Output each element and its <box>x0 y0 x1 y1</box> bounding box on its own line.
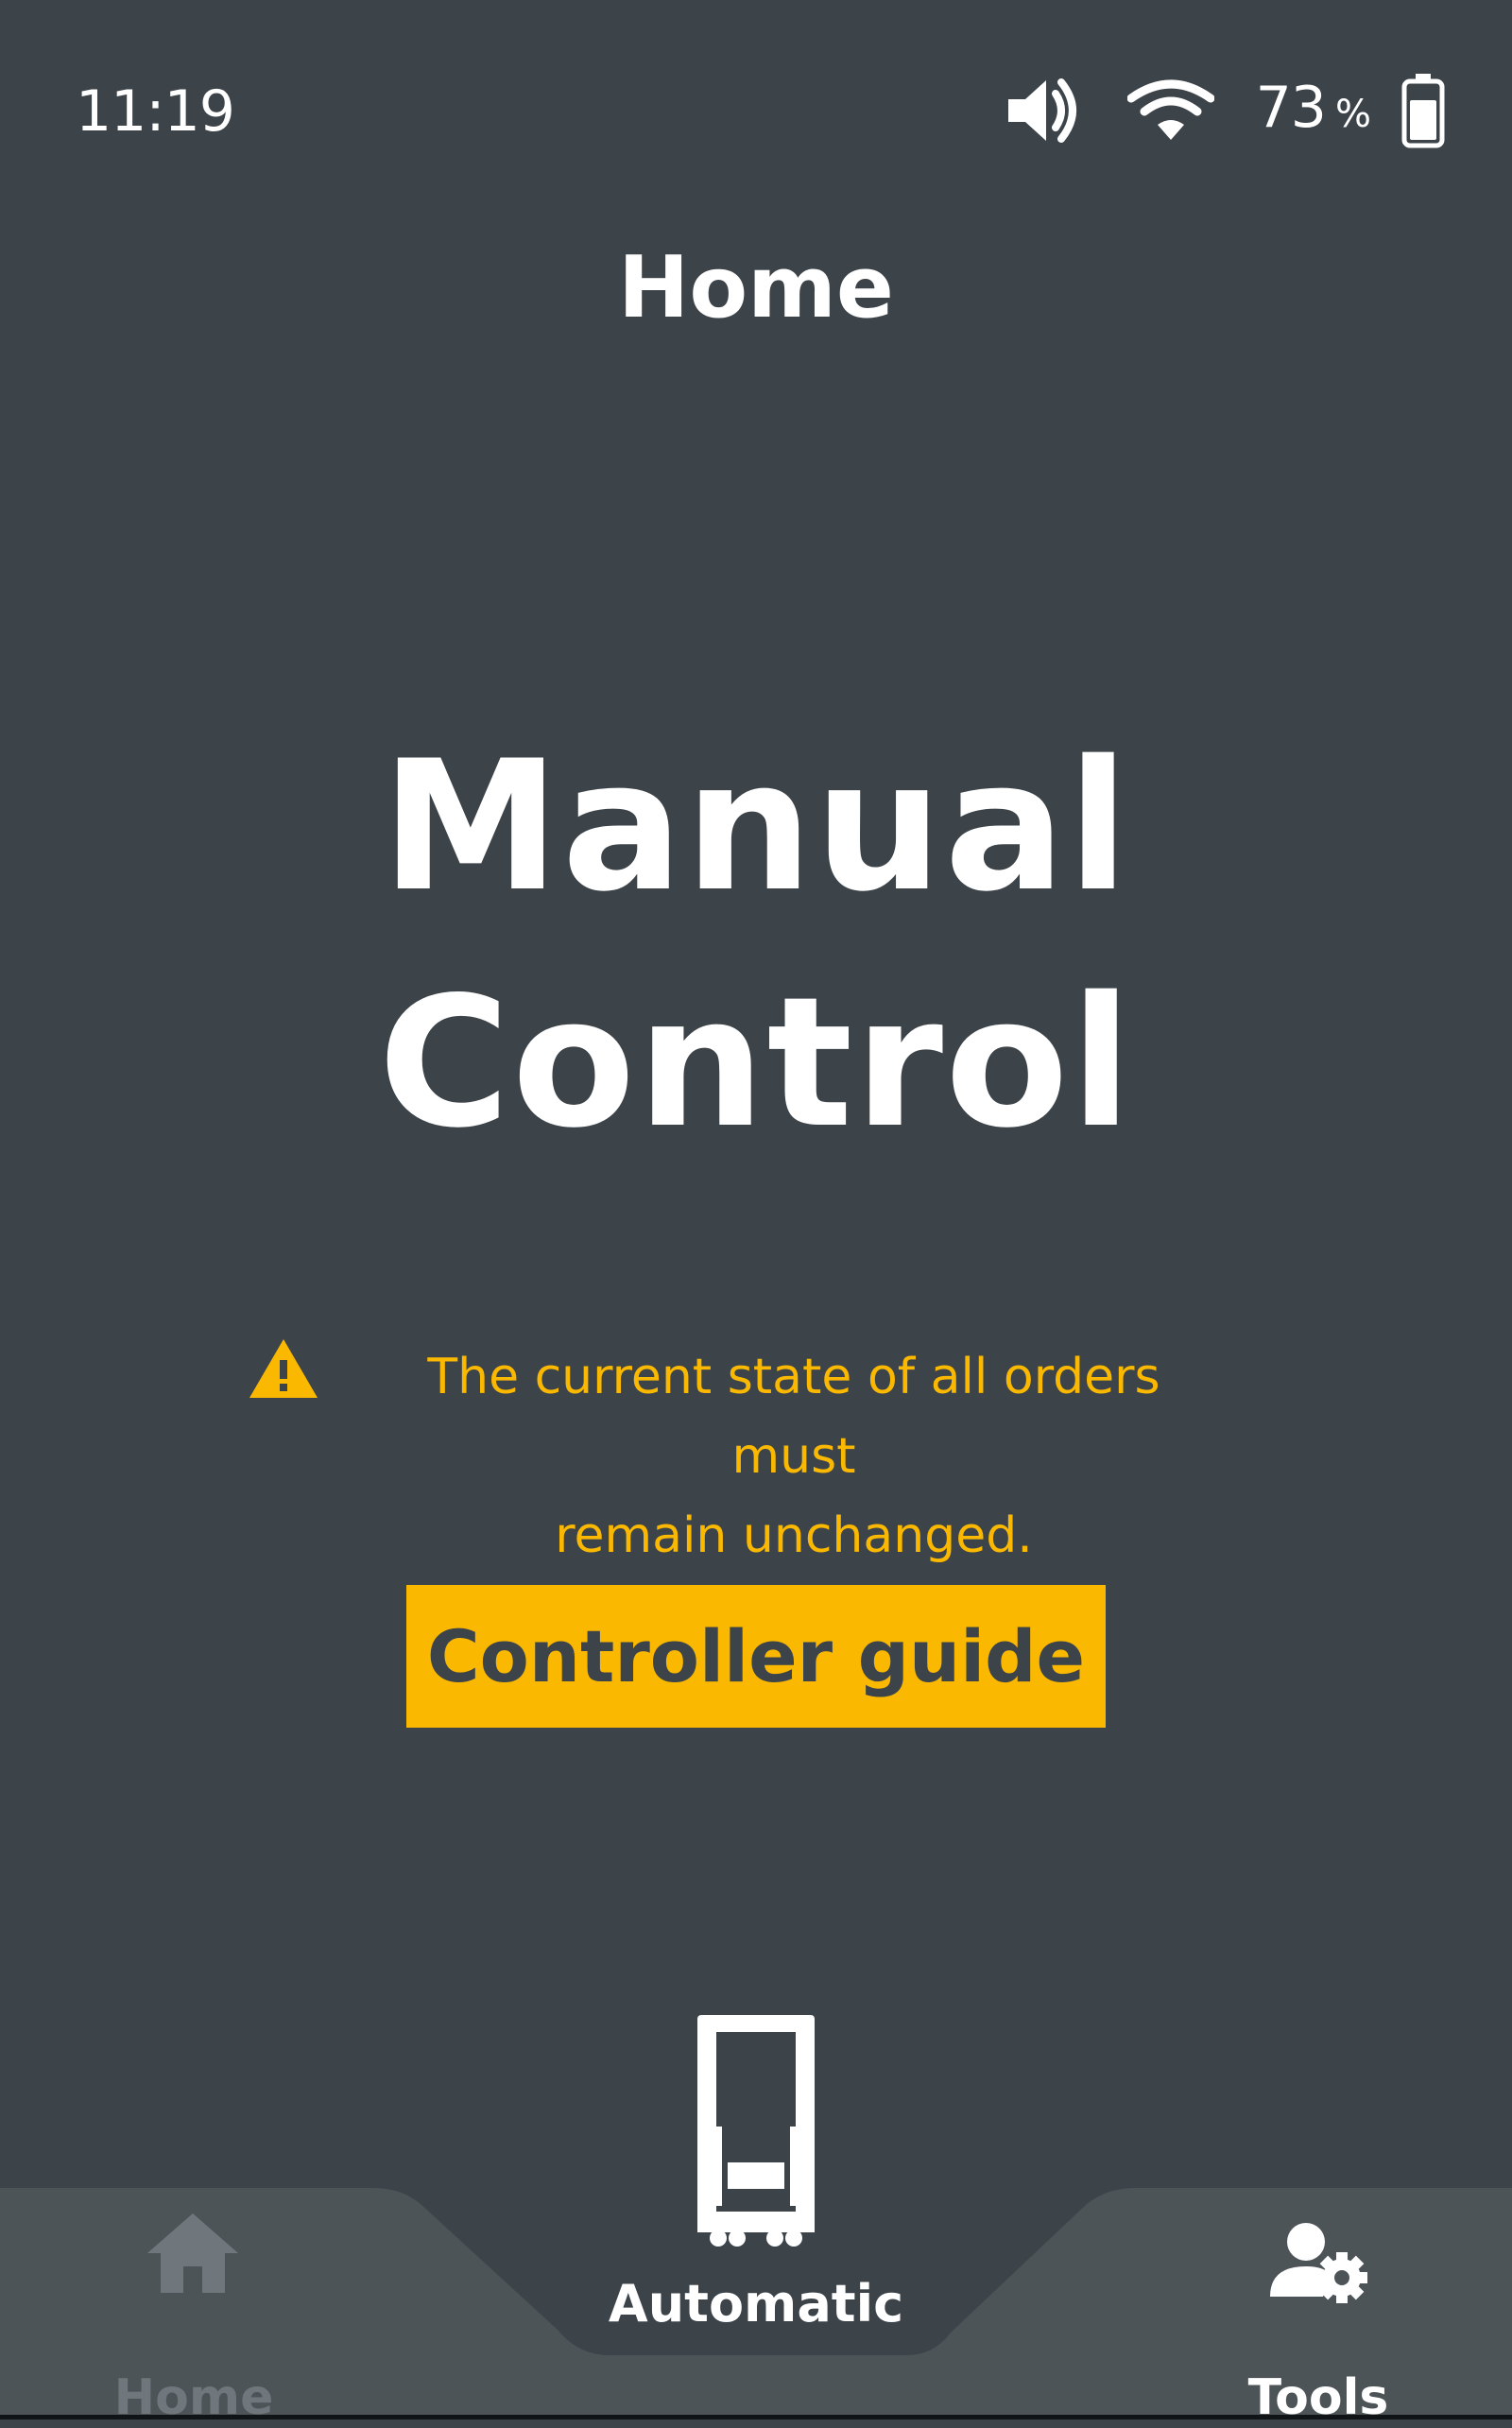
warning-text-line1: The current state of all orders must <box>427 1349 1160 1485</box>
warning-text-line2: remain unchanged. <box>555 1507 1033 1564</box>
mode-title: Manual Control <box>0 709 1512 1181</box>
bottom-nav: Home Automatic Tools <box>0 1985 1512 2426</box>
battery-unit: % <box>1334 92 1371 136</box>
warning-text: The current state of all orders must rem… <box>369 1337 1219 1576</box>
page-title: Home <box>618 238 894 337</box>
warning-icon <box>249 1339 318 1398</box>
nav-automatic-label: Automatic <box>608 2274 904 2333</box>
user-settings-icon <box>1270 2223 1367 2303</box>
nav-home[interactable]: Home <box>76 2212 312 2426</box>
battery-icon <box>1401 74 1445 148</box>
status-time: 11:19 <box>76 78 235 145</box>
wifi-icon <box>1126 79 1214 140</box>
status-icons: 73% <box>1005 68 1446 153</box>
nav-tools[interactable]: Tools <box>1228 2221 1408 2426</box>
nav-automatic[interactable]: Automatic <box>567 2013 945 2391</box>
controller-guide-button[interactable]: Controller guide <box>406 1585 1106 1728</box>
mode-title-line1: Manual <box>381 722 1131 931</box>
mode-title-line2: Control <box>378 958 1134 1167</box>
warning-message: The current state of all orders must rem… <box>0 1337 1512 1564</box>
home-icon <box>147 2213 238 2293</box>
screen-bottom-edge <box>0 2415 1512 2419</box>
battery-percent: 73% <box>1255 74 1371 141</box>
volume-icon <box>1007 78 1076 143</box>
vehicle-icon <box>697 2015 815 2247</box>
status-bar: 11:19 73% <box>0 0 1512 227</box>
